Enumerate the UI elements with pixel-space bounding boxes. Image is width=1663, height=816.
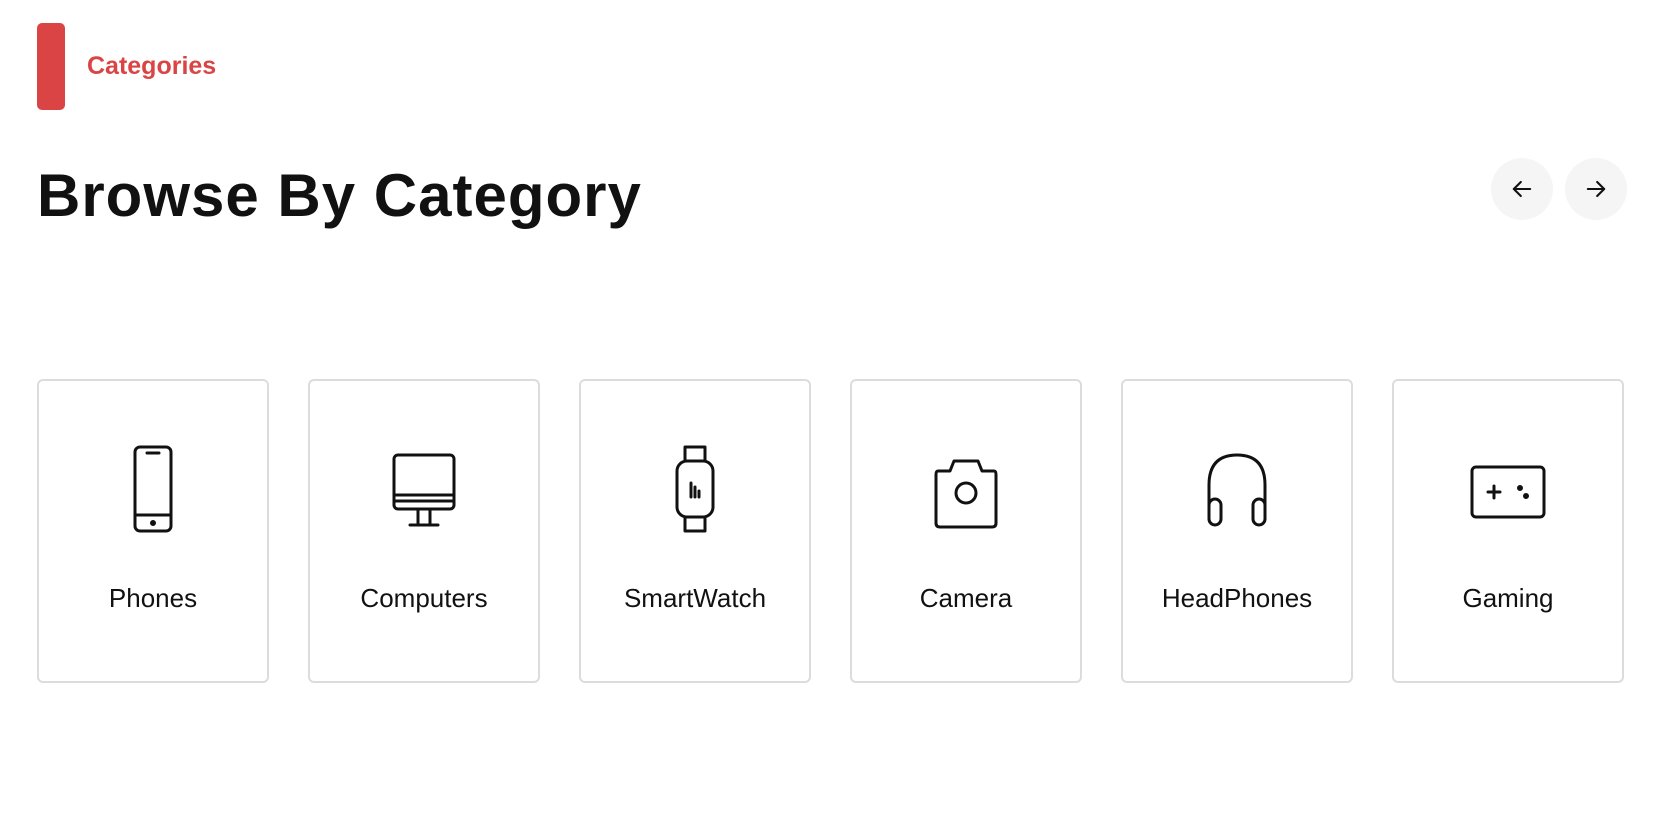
arrow-right-icon — [1586, 180, 1606, 198]
carousel-navigation — [1491, 158, 1627, 220]
category-list: Phones Computers SmartWatch Camera HeadP… — [37, 379, 1624, 683]
category-label: Phones — [108, 583, 198, 613]
category-label: SmartWatch — [623, 583, 767, 613]
category-card-camera[interactable]: Camera — [850, 379, 1082, 683]
category-label: Computers — [360, 583, 488, 613]
headphones-icon — [1189, 441, 1285, 537]
category-card-smartwatch[interactable]: SmartWatch — [579, 379, 811, 683]
category-card-computers[interactable]: Computers — [308, 379, 540, 683]
section-tag-bar — [37, 23, 65, 110]
next-button[interactable] — [1565, 158, 1627, 220]
phone-icon — [105, 441, 201, 537]
category-label: Gaming — [1462, 583, 1554, 613]
page-title: Browse By Category — [37, 162, 642, 229]
previous-button[interactable] — [1491, 158, 1553, 220]
section-tag-label: Categories — [87, 52, 217, 80]
category-label: Camera — [919, 583, 1013, 613]
section-tag: Categories — [37, 23, 216, 110]
computer-icon — [376, 441, 472, 537]
category-card-headphones[interactable]: HeadPhones — [1121, 379, 1353, 683]
gamepad-icon — [1460, 441, 1556, 537]
category-card-phones[interactable]: Phones — [37, 379, 269, 683]
smartwatch-icon — [647, 441, 743, 537]
arrow-left-icon — [1512, 180, 1532, 198]
camera-icon — [918, 441, 1014, 537]
category-label: HeadPhones — [1161, 583, 1313, 613]
category-card-gaming[interactable]: Gaming — [1392, 379, 1624, 683]
